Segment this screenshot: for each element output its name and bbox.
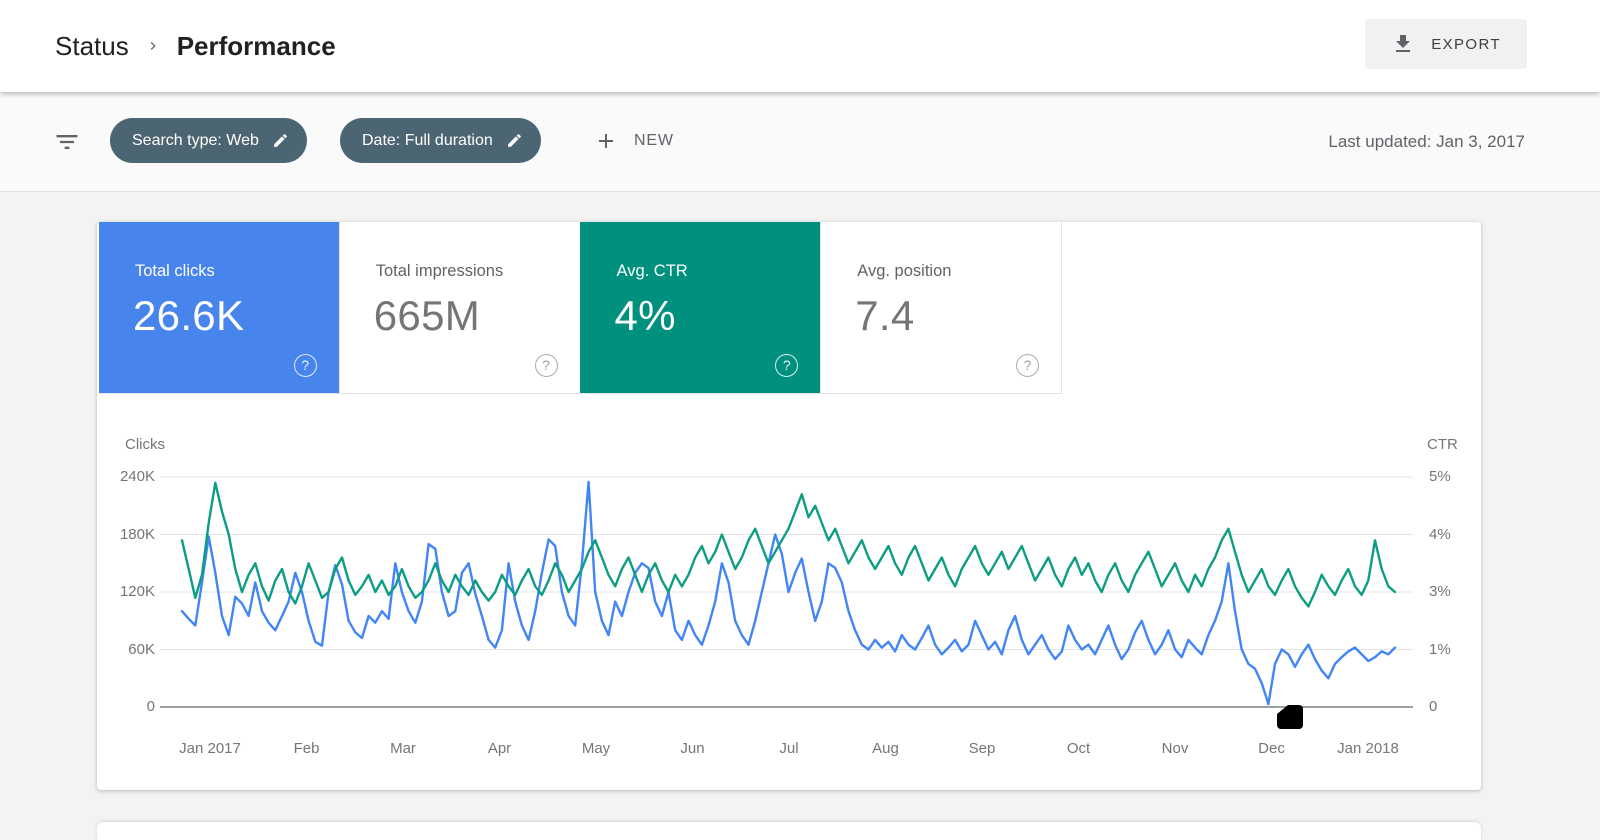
- x-axis-label: Jan 2017: [179, 740, 241, 757]
- new-filter-button[interactable]: NEW: [588, 118, 680, 163]
- search-console-performance-page: Status Performance EXPORT Search type: W…: [0, 0, 1600, 840]
- edit-pencil-icon: [507, 134, 521, 147]
- search-type-chip-label: Search type: Web: [132, 131, 259, 149]
- right-axis-tick: 1%: [1429, 640, 1451, 658]
- x-axis-label: Aug: [872, 740, 899, 757]
- breadcrumb-status-link[interactable]: Status: [55, 31, 129, 62]
- left-axis-tick: 120K: [119, 583, 155, 600]
- x-axis-label: Mar: [390, 740, 416, 757]
- page-header: Status Performance EXPORT: [0, 0, 1600, 92]
- filter-list-icon[interactable]: [53, 128, 81, 156]
- x-axis-label: Nov: [1161, 740, 1189, 757]
- performance-chart-card: Total clicks 26.6K ? Total impressions 6…: [97, 222, 1481, 790]
- filter-bar: Search type: Web Date: Full duration NEW…: [0, 92, 1600, 192]
- search-type-filter-chip[interactable]: Search type: Web: [110, 118, 307, 163]
- breadcrumb: Status Performance: [55, 0, 336, 92]
- plus-icon: [599, 133, 613, 148]
- right-axis-tick: 5%: [1429, 468, 1451, 485]
- right-axis-tick: 0: [1429, 698, 1438, 715]
- x-axis-label: Jan 2018: [1337, 740, 1399, 757]
- page-title: Performance: [176, 30, 336, 61]
- right-axis-tick: 3%: [1429, 583, 1451, 600]
- x-axis-label: Oct: [1066, 740, 1091, 757]
- edit-pencil-icon: [274, 134, 287, 147]
- x-axis-label: Apr: [487, 740, 512, 757]
- export-button[interactable]: EXPORT: [1365, 19, 1527, 69]
- next-card-top-edge: [97, 822, 1481, 840]
- right-axis-tick: 4%: [1429, 525, 1451, 543]
- left-axis-tick: 60K: [128, 640, 155, 658]
- left-axis-tick: 0: [146, 698, 155, 715]
- left-axis-tick: 240K: [119, 468, 155, 485]
- download-icon: [1396, 35, 1411, 52]
- x-axis-label: Jun: [680, 740, 705, 757]
- left-axis-tick: 180K: [119, 525, 155, 543]
- x-axis-label: May: [581, 740, 611, 757]
- chevron-right-icon: [150, 42, 156, 50]
- last-updated-text: Last updated: Jan 3, 2017: [1328, 131, 1525, 151]
- timeseries-chart: Clicks CTR 0 60K 120K 180K 240K 0 1% 3% 4% 5% Ja…: [97, 222, 1481, 790]
- series-line-clicks: [180, 480, 1397, 706]
- new-filter-button-label: NEW: [634, 131, 674, 149]
- chart-plot-area: [160, 476, 1413, 708]
- x-axis-label: Sep: [968, 740, 996, 757]
- x-axis-label: Dec: [1258, 740, 1285, 757]
- x-axis-label: Feb: [293, 740, 320, 757]
- x-axis-label: Jul: [779, 740, 799, 757]
- mouse-cursor-artifact: [1277, 705, 1303, 729]
- date-chip-label: Date: Full duration: [362, 131, 493, 149]
- export-button-label: EXPORT: [1431, 35, 1501, 53]
- date-filter-chip[interactable]: Date: Full duration: [340, 118, 541, 163]
